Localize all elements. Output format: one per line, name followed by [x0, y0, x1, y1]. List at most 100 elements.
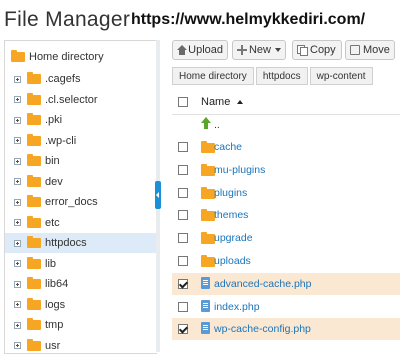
expand-icon[interactable]	[14, 178, 21, 185]
folder-icon	[27, 174, 41, 187]
upload-label: Upload	[188, 44, 223, 56]
folder-icon	[201, 255, 215, 267]
row-checkbox[interactable]	[178, 187, 188, 198]
tree-item[interactable]: tmp	[5, 315, 157, 335]
parent-directory-row[interactable]: ..	[172, 114, 400, 136]
row-checkbox[interactable]	[178, 324, 188, 335]
tree-item[interactable]: .wp-cli	[5, 131, 157, 151]
folder-row[interactable]: plugins	[172, 182, 400, 204]
select-all-checkbox[interactable]	[178, 97, 188, 107]
folder-icon	[27, 195, 41, 207]
up-directory-icon	[201, 117, 211, 129]
tree-item[interactable]: usr	[5, 336, 157, 356]
chevron-down-icon	[275, 48, 281, 52]
tree-item[interactable]: logs	[5, 295, 157, 315]
new-label: New	[248, 44, 271, 56]
file-name-link[interactable]: plugins	[214, 187, 247, 199]
expand-icon[interactable]	[14, 280, 21, 288]
row-checkbox[interactable]	[178, 256, 188, 266]
tree-item[interactable]: .cagefs	[5, 69, 157, 89]
tree-home-directory[interactable]: Home directory	[11, 49, 104, 65]
php-file-icon	[201, 322, 210, 335]
row-checkbox[interactable]	[178, 164, 188, 175]
tree-item[interactable]: error_docs	[5, 192, 157, 212]
file-name-link[interactable]: themes	[214, 209, 248, 221]
expand-icon[interactable]	[14, 75, 21, 83]
parent-directory-label: ..	[214, 119, 220, 131]
copy-button[interactable]: Copy	[292, 40, 342, 60]
plus-icon	[237, 45, 247, 55]
expand-icon[interactable]	[14, 342, 21, 349]
list-header: Name	[172, 90, 400, 115]
expand-icon[interactable]	[14, 239, 21, 247]
tree-item[interactable]: bin	[5, 151, 157, 171]
app-title: File Manager	[4, 8, 131, 31]
folder-row[interactable]: cache	[172, 136, 400, 158]
expand-icon[interactable]	[14, 137, 21, 144]
tree-item-label: httpdocs	[45, 237, 87, 249]
folder-icon	[27, 236, 41, 248]
name-column-label: Name	[201, 96, 231, 108]
copy-label: Copy	[310, 44, 336, 56]
file-name-link[interactable]: advanced-cache.php	[214, 278, 312, 290]
upload-icon	[177, 45, 188, 55]
expand-icon[interactable]	[14, 301, 21, 308]
row-checkbox[interactable]	[178, 278, 188, 289]
folder-row[interactable]: mu-plugins	[172, 159, 400, 181]
sort-ascending-icon	[237, 100, 244, 105]
name-column-header[interactable]: Name	[201, 96, 244, 108]
file-row[interactable]: index.php	[172, 296, 400, 318]
tree-item[interactable]: dev	[5, 172, 157, 192]
folder-icon	[201, 186, 215, 199]
file-name-link[interactable]: cache	[214, 141, 242, 153]
folder-row[interactable]: upgrade	[172, 227, 400, 249]
folder-icon	[11, 50, 25, 62]
tree-item-label: bin	[45, 155, 60, 167]
tree-item-label: lib	[45, 257, 57, 270]
tree-item[interactable]: httpdocs	[5, 233, 157, 253]
file-name-link[interactable]: upgrade	[214, 232, 253, 244]
expand-icon[interactable]	[14, 260, 21, 267]
tree-item[interactable]: lib64	[5, 274, 157, 294]
tree-item-label: .wp-cli	[45, 134, 77, 147]
expand-icon[interactable]	[14, 96, 21, 103]
folder-icon	[201, 232, 215, 245]
tree-item[interactable]: etc	[5, 213, 157, 233]
breadcrumb-item[interactable]: wp-content	[309, 67, 373, 85]
folder-icon	[27, 277, 41, 289]
tree-item[interactable]: lib	[5, 254, 157, 274]
file-name-link[interactable]: wp-cache-config.php	[214, 323, 311, 335]
expand-icon[interactable]	[14, 219, 21, 226]
row-checkbox[interactable]	[178, 210, 188, 221]
row-checkbox[interactable]	[178, 301, 188, 312]
collapse-panel-button[interactable]	[155, 181, 161, 209]
tree-item-label: dev	[45, 175, 63, 188]
file-name-link[interactable]: uploads	[214, 255, 251, 267]
php-file-icon	[201, 299, 210, 312]
upload-button[interactable]: Upload	[172, 40, 228, 60]
new-button[interactable]: New	[232, 40, 286, 60]
folder-row[interactable]: themes	[172, 204, 400, 226]
file-name-link[interactable]: index.php	[214, 301, 260, 313]
file-row[interactable]: wp-cache-config.php	[172, 318, 400, 341]
move-icon	[350, 45, 360, 55]
folder-icon	[27, 215, 41, 228]
move-button[interactable]: Move	[345, 40, 395, 60]
tree-item[interactable]: .cl.selector	[5, 90, 157, 110]
folder-row[interactable]: uploads	[172, 250, 400, 272]
tree-home-label: Home directory	[29, 51, 104, 63]
row-checkbox[interactable]	[178, 233, 188, 244]
expand-icon[interactable]	[14, 116, 21, 124]
expand-icon[interactable]	[14, 198, 21, 206]
tree-item-label: lib64	[45, 278, 69, 290]
expand-icon[interactable]	[14, 157, 21, 165]
file-row[interactable]: advanced-cache.php	[172, 272, 400, 295]
tree-item[interactable]: .pki	[5, 110, 157, 130]
file-name-link[interactable]: mu-plugins	[214, 164, 265, 176]
expand-icon[interactable]	[14, 321, 21, 329]
row-checkbox[interactable]	[178, 142, 188, 152]
folder-icon	[27, 113, 41, 125]
breadcrumb-item[interactable]: Home directory	[172, 67, 254, 85]
breadcrumb-item[interactable]: httpdocs	[255, 67, 308, 85]
folder-icon	[27, 154, 41, 166]
